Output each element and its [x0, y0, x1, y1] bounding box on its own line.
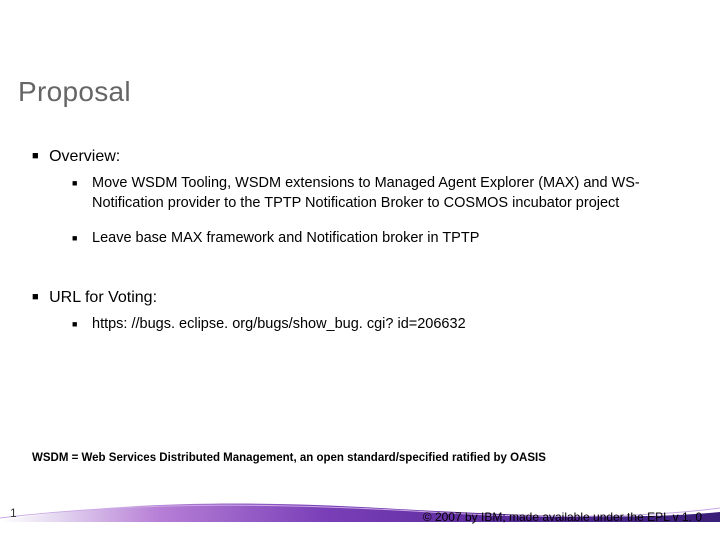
overview-heading: ■ Overview:	[32, 148, 692, 166]
list-item-text: https: //bugs. eclipse. org/bugs/show_bu…	[92, 316, 466, 332]
footer: 1 © 2007 by IBM; made available under th…	[0, 498, 720, 540]
footnote: WSDM = Web Services Distributed Manageme…	[32, 452, 546, 464]
bullet-icon: ■	[72, 177, 77, 189]
url-heading: ■ URL for Voting:	[32, 289, 692, 307]
slide-body: ■ Overview: ■ Move WSDM Tooling, WSDM ex…	[32, 148, 692, 358]
overview-heading-text: Overview:	[49, 148, 120, 165]
url-list: ■ https: //bugs. eclipse. org/bugs/show_…	[78, 315, 692, 335]
page-number: 1	[10, 506, 17, 520]
list-item-text: Leave base MAX framework and Notificatio…	[92, 230, 479, 246]
list-item-text: Move WSDM Tooling, WSDM extensions to Ma…	[92, 175, 640, 211]
bullet-icon: ■	[72, 232, 77, 244]
list-item: ■ https: //bugs. eclipse. org/bugs/show_…	[78, 315, 692, 335]
bullet-icon: ■	[32, 292, 39, 303]
bullet-icon: ■	[32, 151, 39, 162]
overview-list: ■ Move WSDM Tooling, WSDM extensions to …	[78, 174, 692, 249]
list-item: ■ Leave base MAX framework and Notificat…	[78, 229, 692, 249]
url-heading-text: URL for Voting:	[49, 289, 157, 306]
copyright: © 2007 by IBM; made available under the …	[423, 510, 702, 524]
slide: Proposal ■ Overview: ■ Move WSDM Tooling…	[0, 0, 720, 540]
list-item: ■ Move WSDM Tooling, WSDM extensions to …	[78, 174, 692, 213]
bullet-icon: ■	[72, 318, 77, 330]
slide-title: Proposal	[18, 76, 131, 108]
